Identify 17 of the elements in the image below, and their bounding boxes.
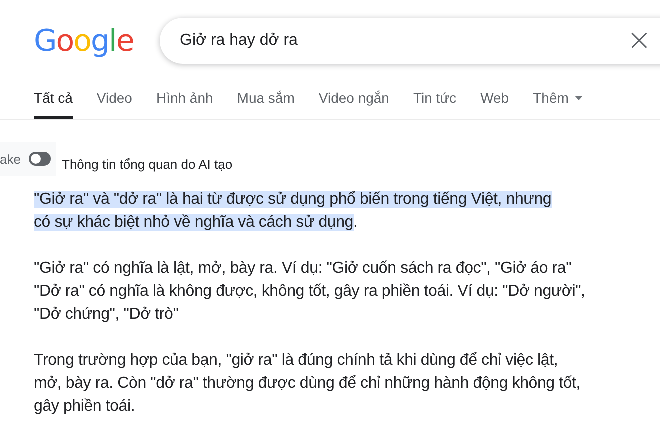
side-label: ake	[0, 152, 21, 166]
search-field[interactable]: Giở ra hay dở ra ×	[160, 18, 660, 64]
paragraph: Trong trường hợp của bạn, "giở ra" là đúng chính tả khi dùng để chỉ việc lật, mở, bày ra. Còn "dở ra" thường được dùng để chỉ những hành động không tốt, gây phiền toái.	[34, 351, 582, 417]
paragraph: "Giở ra" và "dở ra" là hai từ được sử dụng phổ biến trong tiếng Việt, nhưng có sự khác biệt nhỏ về nghĩa và cách sử dụng.	[34, 190, 553, 233]
tab[interactable]: Tất cả	[34, 86, 73, 119]
tab[interactable]: Tin tức	[413, 86, 457, 119]
toggle-switch[interactable]	[28, 152, 51, 166]
tab[interactable]: Hình ảnh	[156, 86, 214, 119]
tab[interactable]: Web	[480, 86, 510, 119]
logo[interactable]: Google	[34, 24, 160, 58]
paragraph: "Giở ra" có nghĩa là lật, mở, bày ra. Ví dụ: "Giở cuốn sách ra đọc", "Giở áo ra" "Dở ra" có nghĩa là không được, không tốt, gây ra phiền toái. Ví dụ: "Dở người", "Dở chứng", "Dở trò"	[34, 259, 586, 325]
overview-title: Thông tin tổng quan do AI tạo	[62, 156, 233, 172]
tab[interactable]: Video ngắn	[318, 86, 390, 119]
tab[interactable]: Mua sắm	[237, 86, 295, 119]
tab[interactable]: Video	[96, 86, 132, 119]
clear-button[interactable]: ×	[626, 26, 652, 56]
tab[interactable]: Thêm	[533, 86, 583, 119]
